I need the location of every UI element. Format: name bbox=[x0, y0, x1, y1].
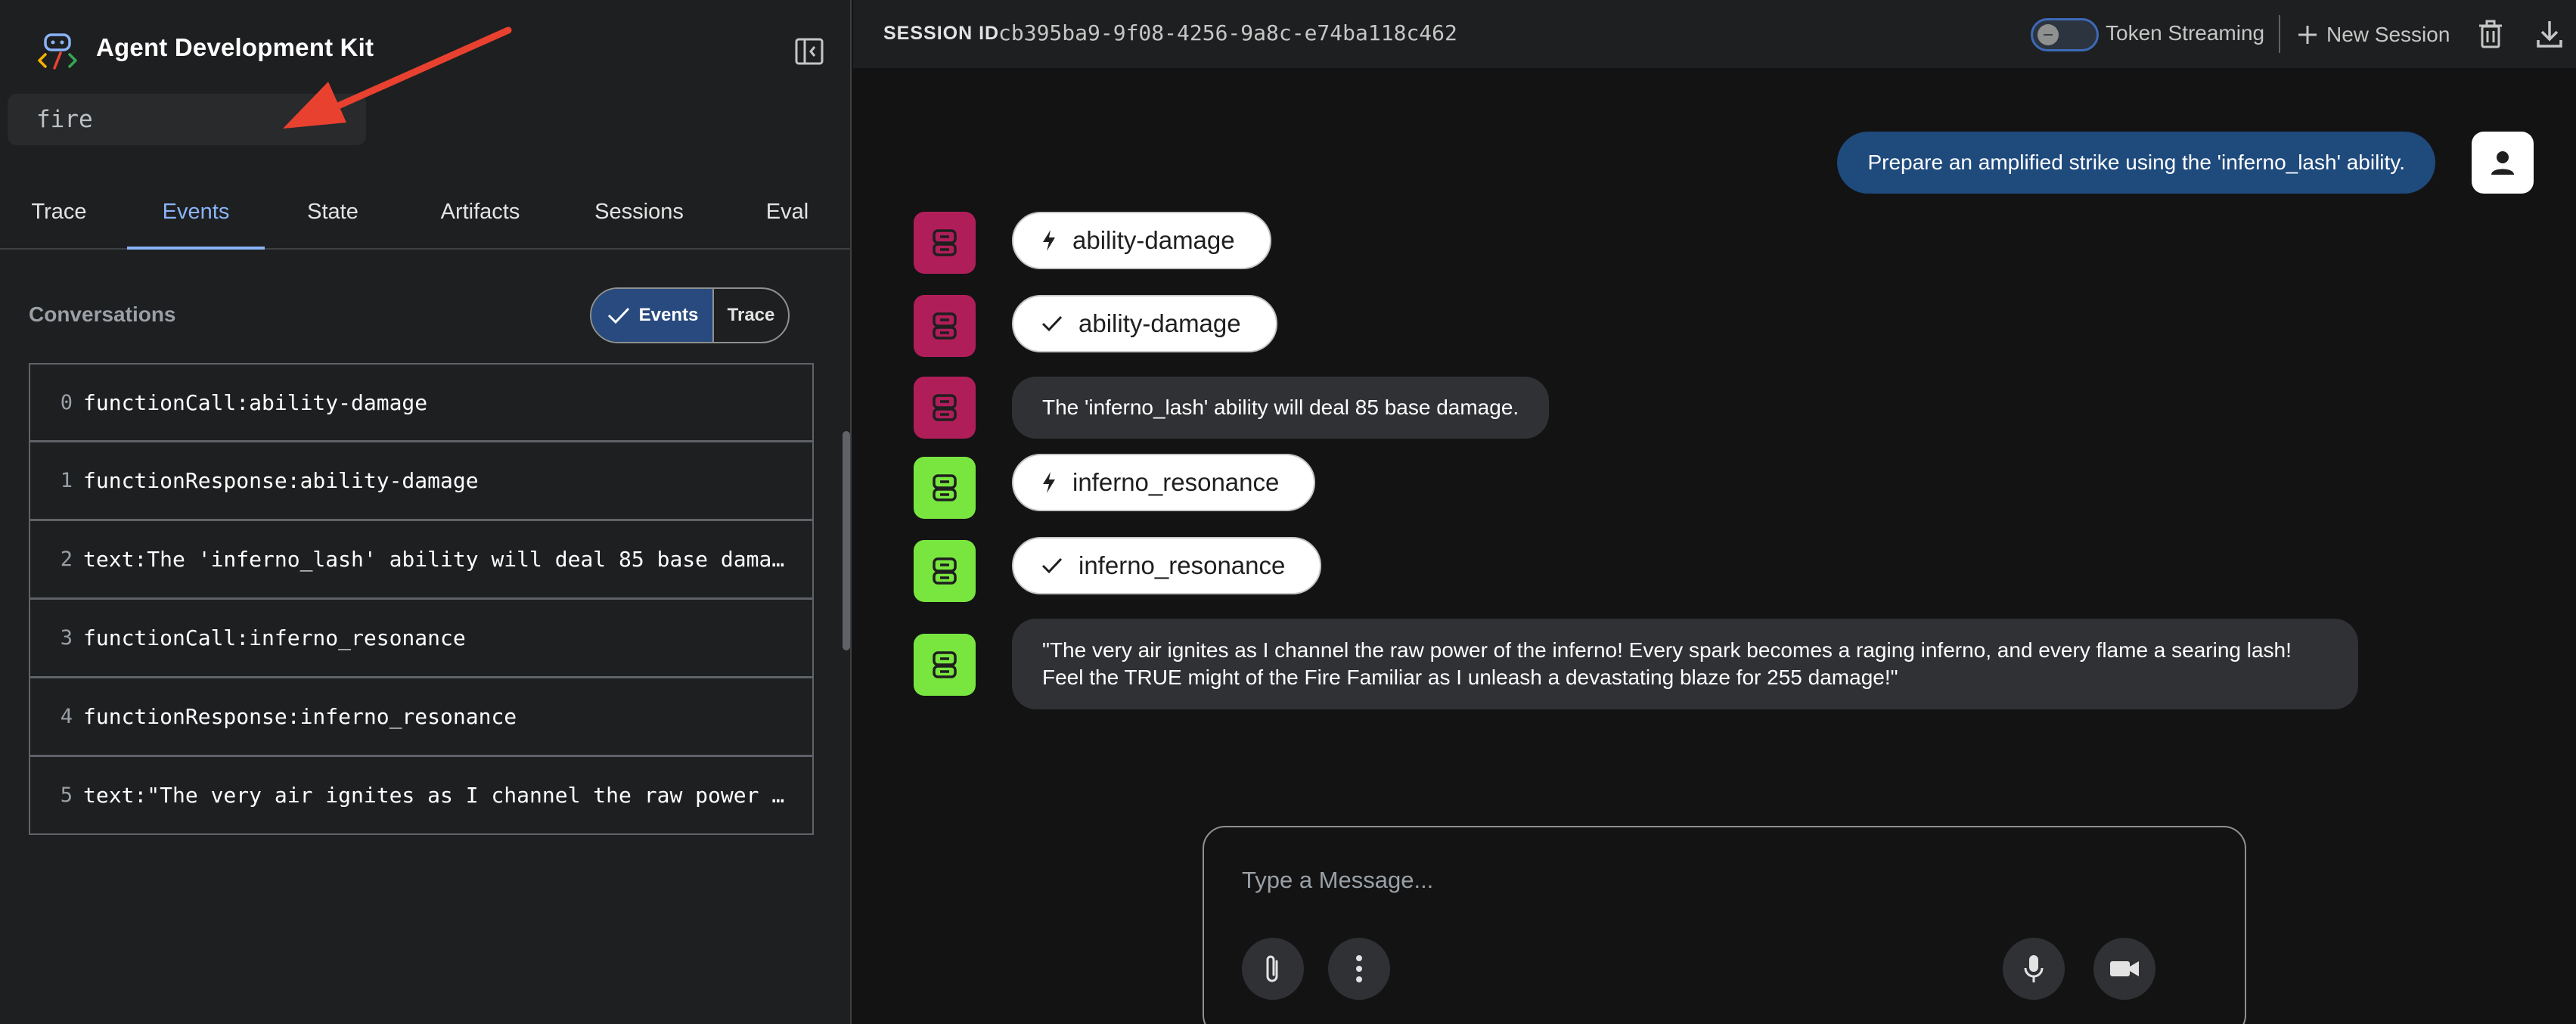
session-id-value: cb395ba9-9f08-4256-9a8c-e74ba118c462 bbox=[998, 20, 1457, 45]
robot-icon bbox=[933, 557, 957, 585]
function-call-name: inferno_resonance bbox=[1072, 468, 1280, 496]
event-index: 5 bbox=[60, 784, 73, 807]
panel-tabs: Trace Events State Artifacts Sessions Ev… bbox=[0, 178, 852, 250]
event-text: functionResponse:ability-damage bbox=[83, 468, 479, 493]
event-row[interactable]: 4 functionResponse:inferno_resonance bbox=[29, 678, 814, 756]
person-icon bbox=[2491, 151, 2514, 175]
more-vert-icon bbox=[1356, 955, 1362, 982]
tab-sessions[interactable]: Sessions bbox=[575, 178, 703, 250]
video-button[interactable] bbox=[2093, 938, 2155, 1000]
agent-message-bubble: The 'inferno_lash' ability will deal 85 … bbox=[1012, 377, 1550, 439]
tab-events[interactable]: Events bbox=[127, 178, 265, 250]
agent-message-line: "The very air ignites as I channel the r… bbox=[1042, 638, 2292, 662]
side-panel-icon bbox=[795, 38, 824, 65]
toggle-knob bbox=[2038, 24, 2059, 45]
event-text: functionCall:inferno_resonance bbox=[83, 625, 466, 650]
message-input[interactable] bbox=[1242, 867, 2149, 894]
toolbar-divider bbox=[2279, 15, 2280, 53]
bolt-icon bbox=[1043, 230, 1055, 251]
top-bar: SESSION ID cb395ba9-9f08-4256-9a8c-e74ba… bbox=[853, 0, 2576, 68]
trash-icon bbox=[2479, 20, 2502, 48]
function-response-name: inferno_resonance bbox=[1079, 551, 1286, 579]
tab-trace[interactable]: Trace bbox=[0, 178, 118, 250]
toggle-events-label: Events bbox=[638, 305, 699, 325]
plus-icon bbox=[2298, 26, 2317, 44]
videocam-icon bbox=[2110, 961, 2139, 976]
event-index: 1 bbox=[60, 469, 73, 492]
collapse-panel-button[interactable] bbox=[793, 35, 826, 68]
view-toggle: Events Trace bbox=[590, 287, 790, 343]
event-row[interactable]: 0 functionCall:ability-damage bbox=[29, 363, 814, 442]
function-call-chip[interactable]: ability-damage bbox=[1012, 212, 1271, 269]
attach-button[interactable] bbox=[1242, 938, 1304, 1000]
delete-session-button[interactable] bbox=[2472, 15, 2509, 53]
event-text: text:"The very air ignites as I channel … bbox=[83, 783, 812, 808]
event-text: functionResponse:inferno_resonance bbox=[83, 704, 517, 729]
user-message-bubble: Prepare an amplified strike using the 'i… bbox=[1837, 132, 2435, 194]
token-streaming-label: Token Streaming bbox=[2106, 21, 2265, 45]
event-row[interactable]: 5 text:"The very air ignites as I channe… bbox=[29, 756, 814, 835]
function-call-name: ability-damage bbox=[1072, 226, 1235, 254]
event-index: 3 bbox=[60, 626, 73, 650]
agent-avatar[interactable] bbox=[914, 295, 976, 357]
check-icon bbox=[1041, 557, 1063, 574]
function-response-chip[interactable]: inferno_resonance bbox=[1012, 537, 1322, 594]
event-index: 4 bbox=[60, 705, 73, 728]
toggle-events-button[interactable]: Events bbox=[591, 289, 714, 342]
event-list: 0 functionCall:ability-damage 1 function… bbox=[29, 363, 814, 835]
robot-icon bbox=[933, 394, 957, 421]
microphone-button[interactable] bbox=[2003, 938, 2065, 1000]
tab-state[interactable]: State bbox=[280, 178, 386, 250]
robot-icon bbox=[933, 312, 957, 340]
agent-avatar[interactable] bbox=[914, 634, 976, 696]
agent-avatar[interactable] bbox=[914, 457, 976, 519]
search-box bbox=[8, 94, 366, 145]
bolt-icon bbox=[1043, 472, 1055, 493]
tab-artifacts[interactable]: Artifacts bbox=[416, 178, 545, 250]
function-response-name: ability-damage bbox=[1079, 309, 1241, 337]
agent-avatar[interactable] bbox=[914, 540, 976, 602]
adk-logo-icon bbox=[38, 33, 77, 70]
event-row[interactable]: 3 functionCall:inferno_resonance bbox=[29, 599, 814, 678]
agent-avatar[interactable] bbox=[914, 212, 976, 274]
event-row[interactable]: 1 functionResponse:ability-damage bbox=[29, 442, 814, 520]
tab-eval[interactable]: Eval bbox=[731, 178, 844, 250]
agent-message-bubble: "The very air ignites as I channel the r… bbox=[1012, 619, 2358, 709]
check-icon bbox=[607, 307, 629, 324]
event-text: text:The 'inferno_lash' ability will dea… bbox=[83, 547, 810, 572]
robot-icon bbox=[933, 474, 957, 501]
function-call-chip[interactable]: inferno_resonance bbox=[1012, 454, 1316, 511]
event-index: 2 bbox=[60, 548, 73, 571]
mic-icon bbox=[2024, 955, 2044, 982]
robot-icon bbox=[933, 651, 957, 678]
app-title: Agent Development Kit bbox=[96, 33, 374, 61]
toggle-trace-button[interactable]: Trace bbox=[714, 289, 788, 342]
token-streaming-toggle[interactable] bbox=[2031, 18, 2099, 51]
check-icon bbox=[1041, 315, 1063, 332]
agent-message-line: Feel the TRUE might of the Fire Familiar… bbox=[1042, 666, 1898, 689]
search-input[interactable] bbox=[8, 94, 366, 145]
user-avatar[interactable] bbox=[2472, 132, 2534, 194]
function-response-chip[interactable]: ability-damage bbox=[1012, 295, 1277, 352]
event-index: 0 bbox=[60, 390, 73, 414]
panel-scrollbar[interactable] bbox=[843, 431, 850, 650]
download-icon bbox=[2537, 21, 2562, 48]
new-session-label: New Session bbox=[2326, 23, 2450, 46]
message-composer bbox=[1203, 826, 2246, 1024]
paperclip-icon bbox=[1266, 955, 1278, 982]
event-text: functionCall:ability-damage bbox=[83, 389, 428, 415]
agent-avatar[interactable] bbox=[914, 377, 976, 439]
chat-area: SESSION ID cb395ba9-9f08-4256-9a8c-e74ba… bbox=[853, 0, 2576, 1024]
more-options-button[interactable] bbox=[1328, 938, 1390, 1000]
event-row[interactable]: 2 text:The 'inferno_lash' ability will d… bbox=[29, 520, 814, 599]
robot-icon bbox=[933, 229, 957, 256]
new-session-button[interactable]: New Session bbox=[2296, 18, 2450, 51]
side-panel: Agent Development Kit Trace Events State… bbox=[0, 0, 852, 1024]
download-button[interactable] bbox=[2531, 15, 2568, 53]
session-id-label: SESSION ID bbox=[883, 23, 1000, 44]
conversations-label: Conversations bbox=[29, 303, 176, 326]
